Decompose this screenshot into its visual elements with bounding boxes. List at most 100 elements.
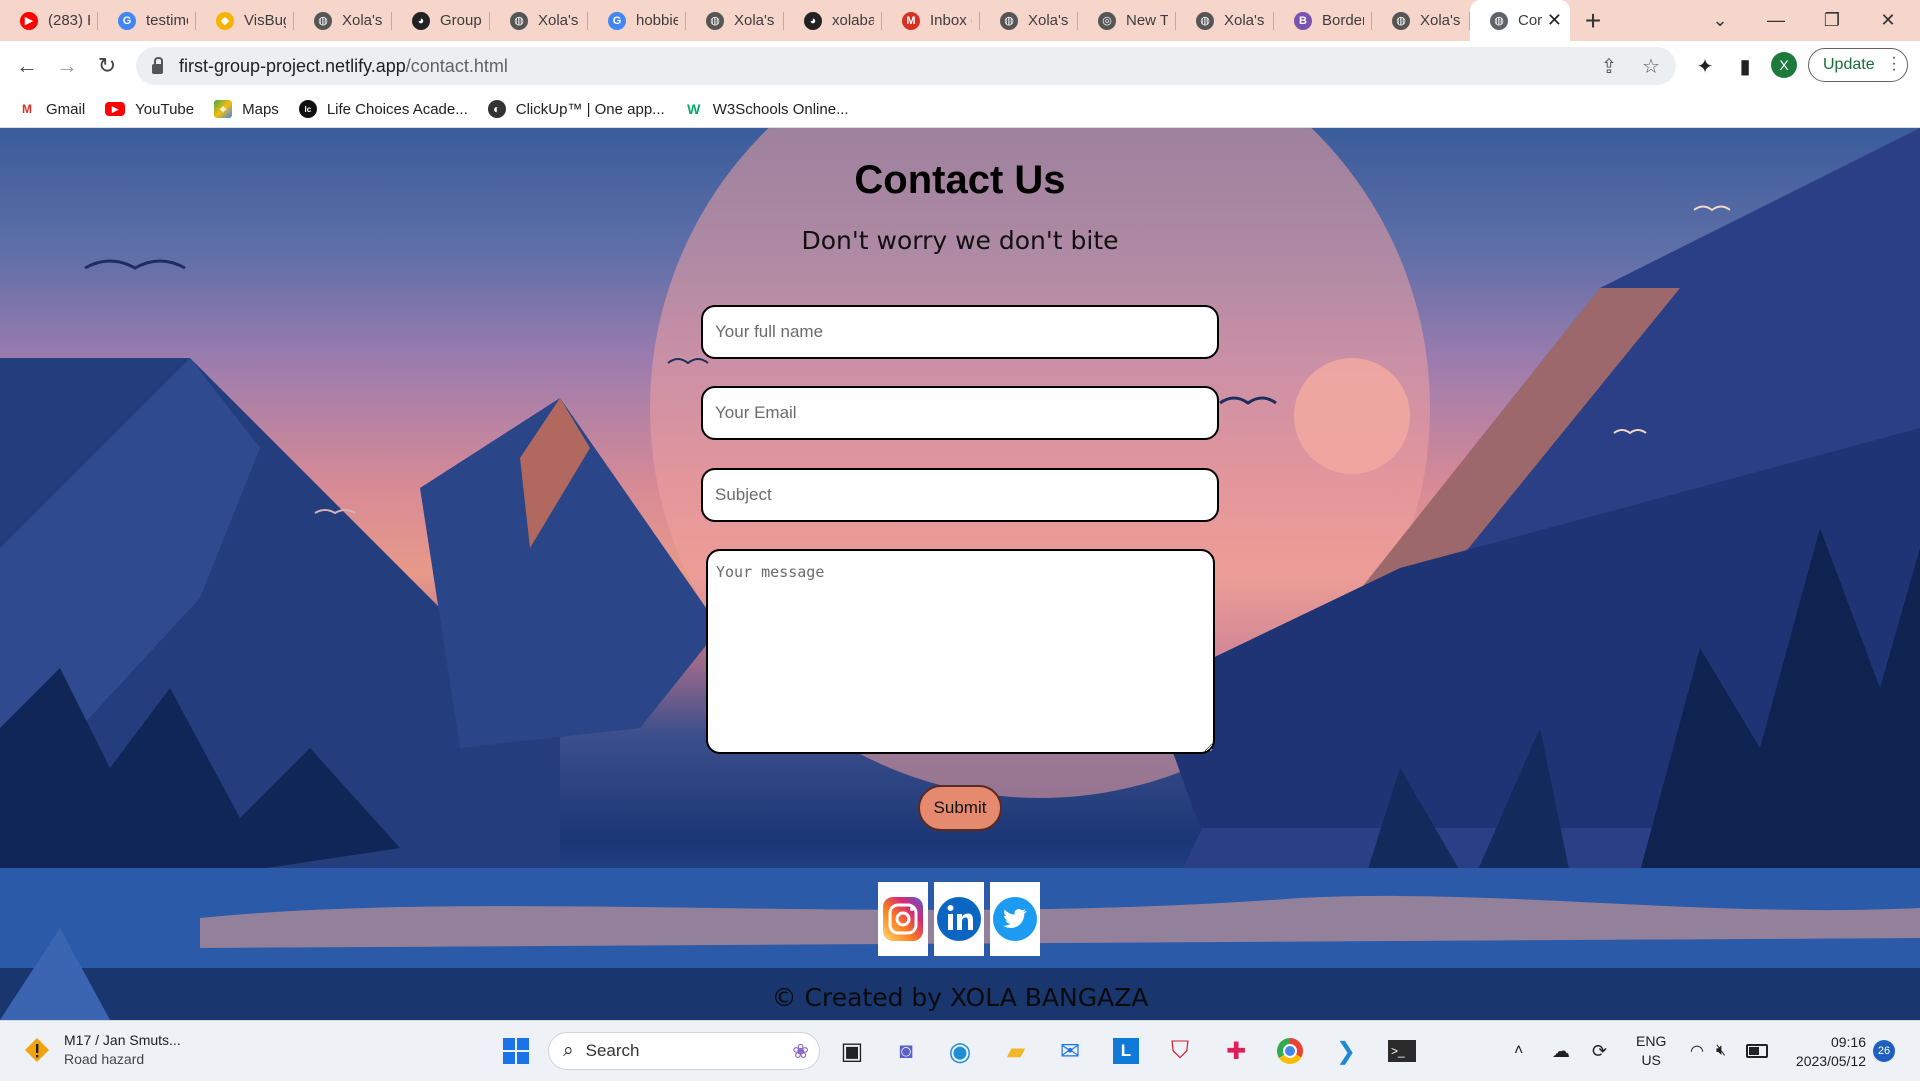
restore-button[interactable]: ❐ [1804,0,1860,41]
bookmark-label: Gmail [46,100,86,118]
weather-title: M17 / Jan Smuts... [64,1032,181,1048]
tab[interactable]: ◍ Xola's F [490,0,588,41]
tab-label: Xola's F [1420,12,1462,29]
tab[interactable]: ◍ Xola's F [1372,0,1470,41]
tab[interactable]: ▶ (283) H [0,0,98,41]
page-subtitle: Don't worry we don't bite [801,226,1119,255]
edge-icon: ◉ [948,1035,972,1066]
update-label: Update [1823,56,1875,73]
tab[interactable]: Ghobbie [588,0,686,41]
start-button[interactable] [498,1033,534,1069]
terminal-button[interactable]: >_ [1384,1033,1420,1069]
task-view-icon: ▣ [840,1037,864,1065]
folder-icon: ▰ [1006,1037,1026,1065]
language-code: ENG [1636,1033,1667,1049]
tab[interactable]: ◍ Xola's F [294,0,392,41]
task-view-button[interactable]: ▣ [834,1033,870,1069]
side-panel-icon[interactable]: ▮ [1730,51,1760,81]
volume-button[interactable]: 🔇︎ [1716,1021,1726,1081]
page-title: Contact Us [854,158,1066,202]
bird [84,259,186,270]
battery-button[interactable] [1746,1021,1768,1081]
tab[interactable]: ◎ New Ta [1078,0,1176,41]
profile-avatar[interactable]: X [1771,52,1797,78]
bookmark-life-choices[interactable]: lc Life Choices Acade... [298,100,468,118]
clock-date: 2023/05/12 [1795,1053,1866,1069]
mcafee-button[interactable]: ⛉ [1162,1033,1198,1069]
twitter-link[interactable] [990,882,1040,956]
battery-icon [1746,1044,1768,1058]
subject-input[interactable] [701,468,1219,522]
globe-icon: ◍ [706,11,724,30]
globe-icon: ◍ [1490,11,1508,30]
notification-badge[interactable]: 26 [1873,1040,1895,1062]
app-l-button[interactable]: L [1108,1033,1144,1069]
forward-button[interactable]: → [50,49,84,83]
tab[interactable]: ◕ xolabar [784,0,882,41]
back-button[interactable]: ← [10,49,44,83]
gmail-icon: M [22,102,32,116]
full-name-input[interactable] [701,305,1219,359]
cloud-icon: ☁ [1552,1040,1570,1061]
vscode-button[interactable]: ❯ [1328,1033,1364,1069]
close-tab-icon[interactable]: ✕ [1547,10,1562,31]
clock[interactable]: 09:16 2023/05/12 [1780,1033,1866,1071]
tab-active[interactable]: ◍ Cor ✕ [1470,0,1570,41]
edge-button[interactable]: ◉ [942,1033,978,1069]
tab[interactable]: ◍ Xola's F [1176,0,1274,41]
app-l-icon: L [1113,1038,1139,1064]
tab-label: Xola's F [1224,12,1266,29]
extensions-icon[interactable]: ✦ [1690,51,1720,81]
menu-dots-icon[interactable]: · · · [1891,50,1897,78]
onedrive-button[interactable]: ☁ [1552,1021,1570,1081]
globe-icon: ◍ [1392,11,1410,30]
weather-widget[interactable]: M17 / Jan Smuts... Road hazard [24,1031,181,1069]
share-icon[interactable]: ⇪ [1594,51,1624,81]
globe-icon: ◍ [1000,11,1018,30]
bookmark-maps[interactable]: ⌖ Maps [214,100,279,118]
bookmark-w3schools[interactable]: W W3Schools Online... [685,100,849,118]
github-icon: ◕ [804,11,822,30]
tab[interactable]: ◍ Xola's F [980,0,1078,41]
wifi-button[interactable]: ◠ [1690,1021,1704,1081]
submit-button[interactable]: Submit [918,785,1002,831]
linkedin-link[interactable] [934,882,984,956]
show-hidden-icons[interactable]: ˄ [1514,1021,1523,1081]
tab-search-icon[interactable]: ⌄ [1692,0,1748,41]
message-textarea[interactable] [706,549,1215,754]
slack-button[interactable]: ✚ [1218,1033,1254,1069]
update-button[interactable]: Update · · · [1808,48,1908,82]
youtube-icon: ▶ [105,102,126,116]
sync-button[interactable]: ⟳ [1592,1021,1607,1081]
chrome-button[interactable] [1272,1033,1308,1069]
reload-button[interactable]: ↻ [90,49,124,83]
bookmark-clickup[interactable]: ◐ ClickUp™ | One app... [487,100,665,118]
tab[interactable]: B Border [1274,0,1372,41]
instagram-link[interactable] [878,882,928,956]
tab[interactable]: ◍ Xola's F [686,0,784,41]
mail-button[interactable]: ✉ [1052,1033,1088,1069]
tab-label: hobbie [636,12,678,29]
url-text[interactable]: first-group-project.netlify.app/contact.… [179,56,508,77]
file-explorer-button[interactable]: ▰ [998,1033,1034,1069]
minimize-button[interactable]: — [1748,0,1804,41]
bookmark-youtube[interactable]: ▶ YouTube [105,101,194,118]
lock-icon[interactable] [152,57,163,74]
bookmark-gmail[interactable]: M Gmail [18,100,85,118]
tab-list: ▶ (283) H Gtestimo ◆ VisBug ◍ Xola's F ◕ Group- ◍… [0,0,1470,41]
tab-strip: ▶ (283) H Gtestimo ◆ VisBug ◍ Xola's F ◕ Group- ◍… [0,0,1920,41]
tab[interactable]: ◆ VisBug [196,0,294,41]
taskbar-search[interactable]: ⌕ Search ❀ [548,1032,820,1070]
tab-label: Border [1322,12,1364,29]
chat-button[interactable]: ◙ [888,1033,924,1069]
address-bar[interactable]: first-group-project.netlify.app/contact.… [136,47,1676,85]
new-tab-button[interactable]: + [1570,0,1616,41]
tab[interactable]: Gtestimo [98,0,196,41]
taskbar: M17 / Jan Smuts... Road hazard ⌕ Search … [0,1020,1920,1081]
language-indicator[interactable]: ENG US [1636,1021,1666,1081]
tab[interactable]: M Inbox ( [882,0,980,41]
close-window-button[interactable]: ✕ [1860,0,1916,41]
tab[interactable]: ◕ Group- [392,0,490,41]
email-input[interactable] [701,386,1219,440]
bookmark-star-icon[interactable]: ☆ [1636,51,1666,81]
